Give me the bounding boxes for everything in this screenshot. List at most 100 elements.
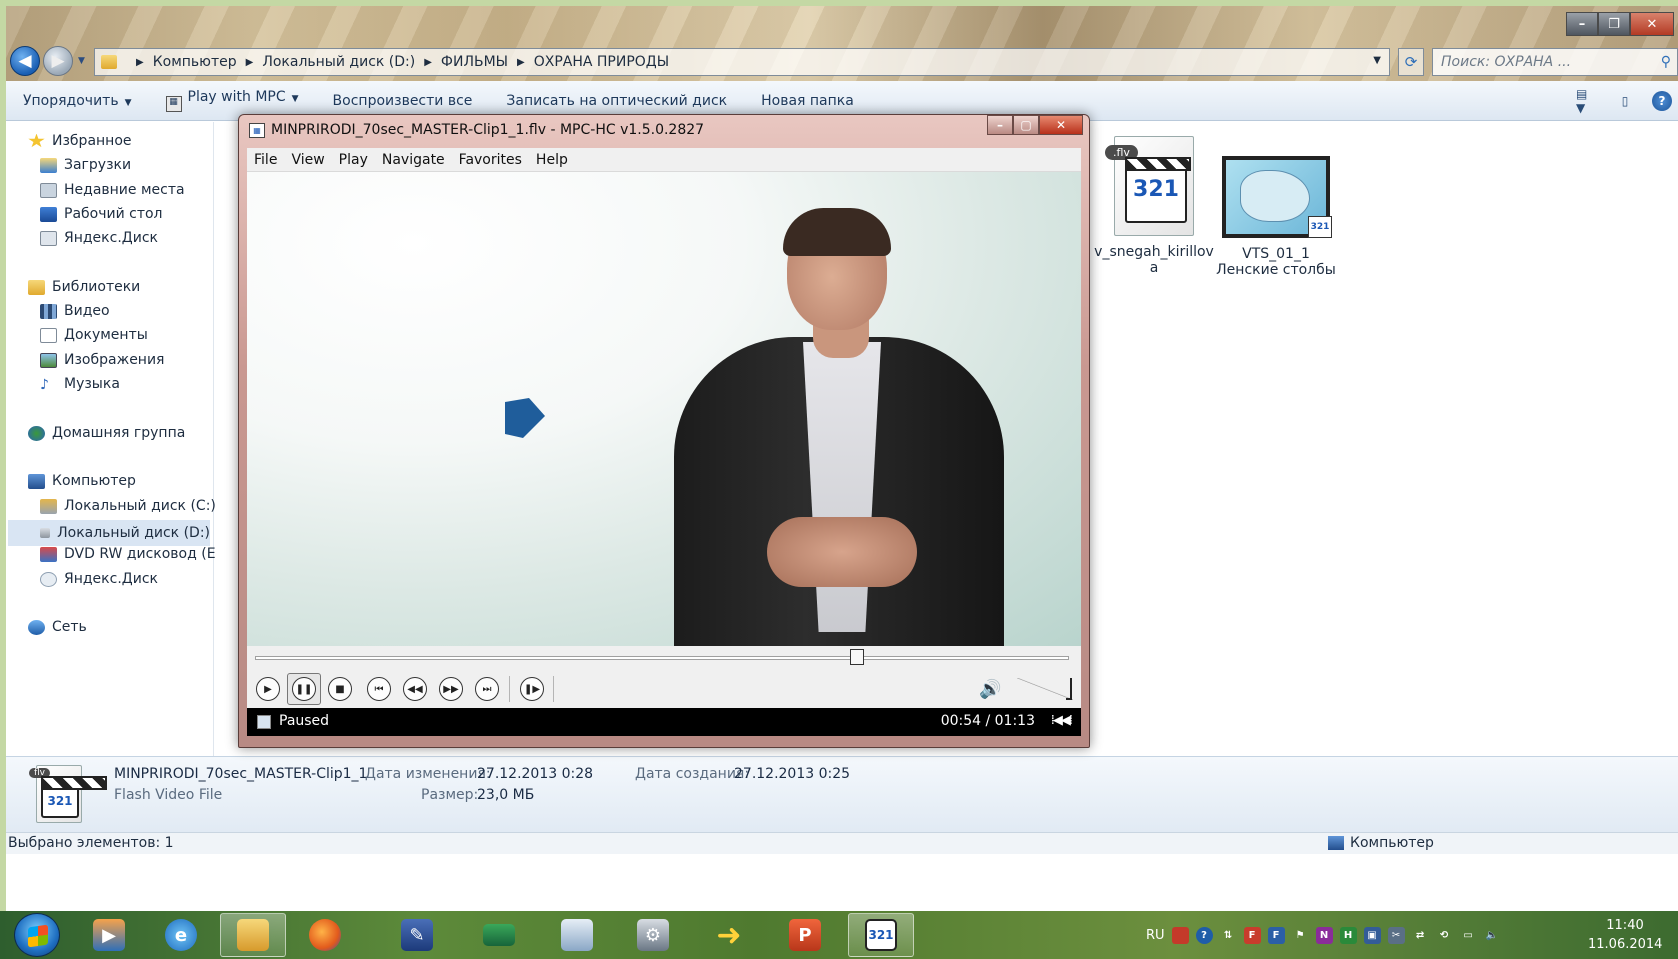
taskbar-media-player[interactable]: ▶ <box>76 913 142 957</box>
start-button[interactable] <box>14 913 60 957</box>
menu-navigate[interactable]: Navigate <box>375 152 452 168</box>
flag-icon[interactable]: ⚑ <box>1292 927 1309 944</box>
taskbar-app-install[interactable] <box>544 913 610 957</box>
menu-file[interactable]: File <box>247 152 284 168</box>
next-button[interactable]: ⏭ <box>475 677 499 701</box>
tray-app-icon[interactable] <box>1171 926 1189 944</box>
seek-thumb[interactable] <box>850 649 865 665</box>
taskbar-app-settings[interactable]: ⚙ <box>620 913 686 957</box>
chevron-right-icon[interactable]: ▶ <box>424 57 432 68</box>
burn-disc-button[interactable]: Записать на оптический диск <box>489 93 744 109</box>
help-icon[interactable]: ? <box>1652 91 1672 111</box>
maximize-button[interactable]: ❐ <box>1598 12 1630 36</box>
taskbar-app-arrow[interactable]: ➜ <box>696 913 762 957</box>
tray-arrow-icon[interactable]: ⇅ <box>1220 927 1237 944</box>
nav-computer[interactable]: Компьютер <box>28 473 136 489</box>
address-dropdown-icon[interactable]: ▼ <box>1373 55 1381 66</box>
rewind-button[interactable]: ◀◀ <box>403 677 427 701</box>
file-item[interactable]: 321 VTS_01_1 Ленские столбы <box>1216 156 1336 278</box>
previous-button[interactable]: ⏮ <box>367 677 391 701</box>
nav-disk-c[interactable]: Локальный диск (C:) <box>40 498 216 514</box>
playback-time: 00:54 / 01:13 <box>940 713 1035 729</box>
nav-images[interactable]: Изображения <box>40 352 164 368</box>
change-view-icon[interactable]: ▤ ▼ <box>1576 87 1598 115</box>
play-with-mpc-button[interactable]: ▦ Play with MPC ▼ <box>149 89 316 112</box>
nav-disk-d[interactable]: Локальный диск (D:) <box>8 520 210 546</box>
preview-pane-icon[interactable]: ▯ <box>1614 92 1636 110</box>
nav-recent[interactable]: Недавние места <box>40 182 185 198</box>
search-icon[interactable]: ⚲ <box>1661 54 1671 70</box>
menu-favorites[interactable]: Favorites <box>452 152 529 168</box>
tray-tools-icon[interactable]: ✂ <box>1387 926 1405 944</box>
nav-video[interactable]: Видео <box>40 303 110 319</box>
forward-button[interactable]: ▶ <box>43 46 73 76</box>
volume-icon[interactable]: 🔈 <box>1484 927 1501 944</box>
taskbar-app-notes[interactable]: ✎ <box>384 913 450 957</box>
taskbar-powerpoint[interactable]: P <box>772 913 838 957</box>
taskbar-mpc-hc[interactable]: 321 <box>848 913 914 957</box>
stop-button[interactable]: ■ <box>328 677 352 701</box>
nav-desktop[interactable]: Рабочий стол <box>40 206 163 222</box>
close-button[interactable]: ✕ <box>1630 12 1674 36</box>
tray-update-icon[interactable]: ⟲ <box>1436 927 1453 944</box>
mpc-minimize-button[interactable]: – <box>987 115 1013 135</box>
action-center-icon[interactable]: ▭ <box>1460 927 1477 944</box>
taskbar-firefox[interactable] <box>292 913 358 957</box>
onenote-icon[interactable]: N <box>1315 926 1333 944</box>
minimize-button[interactable]: – <box>1566 12 1598 36</box>
pause-button[interactable]: ❚❚ <box>292 677 316 701</box>
seek-bar[interactable] <box>247 646 1081 670</box>
chevron-right-icon[interactable]: ▶ <box>246 57 254 68</box>
language-indicator[interactable]: RU <box>1146 928 1165 943</box>
taskbar-explorer[interactable] <box>220 913 286 957</box>
chevron-right-icon[interactable]: ▶ <box>136 57 144 68</box>
nav-downloads[interactable]: Загрузки <box>40 157 131 173</box>
tray-ffa-icon[interactable]: F <box>1267 926 1285 944</box>
seek-track[interactable] <box>255 656 1069 660</box>
play-button[interactable]: ▶ <box>256 677 280 701</box>
taskbar-app-hardware[interactable] <box>466 913 532 957</box>
menu-play[interactable]: Play <box>332 152 375 168</box>
nav-libraries[interactable]: Библиотеки <box>28 279 140 295</box>
mpc-close-button[interactable]: ✕ <box>1039 115 1083 135</box>
new-folder-button[interactable]: Новая папка <box>744 93 871 109</box>
nav-documents[interactable]: Документы <box>40 327 148 343</box>
menu-help[interactable]: Help <box>529 152 575 168</box>
nav-label: Домашняя группа <box>52 425 186 441</box>
breadcrumb-nature[interactable]: ОХРАНА ПРИРОДЫ <box>534 54 669 70</box>
refresh-button[interactable]: ⟳ <box>1398 48 1424 76</box>
taskbar-internet-explorer[interactable]: e <box>148 913 214 957</box>
nav-yandex-disk[interactable]: Яндекс.Диск <box>40 230 158 246</box>
search-input[interactable]: Поиск: ОХРАНА ... ⚲ <box>1432 48 1678 76</box>
nav-yandex-disk-2[interactable]: Яндекс.Диск <box>40 571 158 587</box>
mpc-maximize-button[interactable]: ▢ <box>1013 115 1039 135</box>
fast-forward-button[interactable]: ▶▶ <box>439 677 463 701</box>
back-button[interactable]: ◀ <box>10 46 40 76</box>
clock[interactable]: 11:40 11.06.2014 <box>1588 916 1662 954</box>
menu-view[interactable]: View <box>284 152 331 168</box>
nav-network[interactable]: Сеть <box>28 619 87 635</box>
tray-green-icon[interactable]: H <box>1339 926 1357 944</box>
file-item[interactable]: .flv 321 v_snegah_kirillov a <box>1094 136 1214 276</box>
play-all-button[interactable]: Воспроизвести все <box>316 93 490 109</box>
tray-network-icon[interactable]: ⇄ <box>1412 927 1429 944</box>
speaker-icon[interactable]: 🔊 <box>979 679 1001 700</box>
volume-slider[interactable] <box>1017 678 1073 700</box>
breadcrumb-computer[interactable]: Компьютер <box>153 54 237 70</box>
nav-dvd[interactable]: DVD RW дисковод (E:) 3 <box>40 546 239 562</box>
video-area[interactable] <box>247 172 1081 646</box>
breadcrumb-films[interactable]: ФИЛЬМЫ <box>441 54 508 70</box>
volume-thumb[interactable] <box>1066 678 1072 700</box>
nav-favorites[interactable]: Избранное <box>28 133 132 149</box>
nav-homegroup[interactable]: Домашняя группа <box>28 425 185 441</box>
address-bar[interactable]: ▶ Компьютер ▶ Локальный диск (D:) ▶ ФИЛЬ… <box>94 48 1390 76</box>
nav-music[interactable]: ♪ Музыка <box>40 376 120 393</box>
tray-help-icon[interactable]: ? <box>1195 926 1213 944</box>
breadcrumb-disk-d[interactable]: Локальный диск (D:) <box>262 54 415 70</box>
tray-ffu-icon[interactable]: F <box>1243 926 1261 944</box>
organize-button[interactable]: Упорядочить ▼ <box>6 93 149 109</box>
chevron-right-icon[interactable]: ▶ <box>517 57 525 68</box>
tray-monitor-icon[interactable]: ▣ <box>1363 926 1381 944</box>
history-dropdown-icon[interactable]: ▼ <box>78 56 85 66</box>
frame-step-button[interactable]: ❚▶ <box>520 677 544 701</box>
